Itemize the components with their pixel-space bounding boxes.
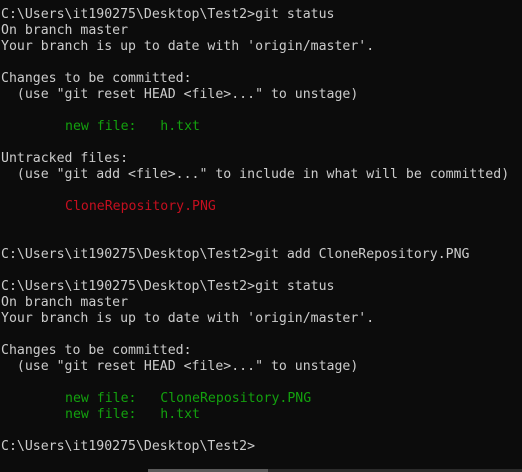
output-line: (use "git reset HEAD <file>..." to unsta…: [1, 87, 359, 102]
staged-file-name: h.txt: [160, 407, 200, 422]
output-line: Your branch is up to date with 'origin/m…: [1, 311, 375, 326]
untracked-file-line: CloneRepository.PNG: [1, 199, 522, 215]
terminal-output: C:\Users\it190275\Desktop\Test2>git stat…: [1, 7, 522, 455]
output-line: Changes to be committed:: [1, 71, 192, 86]
output-line: Your branch is up to date with 'origin/m…: [1, 39, 375, 54]
prompt-text: C:\Users\it190275\Desktop\Test2>: [1, 279, 256, 294]
command-line: C:\Users\it190275\Desktop\Test2>git stat…: [1, 279, 522, 295]
command-text: git status: [255, 7, 335, 22]
output-line: Changes to be committed:: [1, 343, 192, 358]
staged-file-line: new file: h.txt: [1, 119, 522, 135]
command-text: git add CloneRepository.PNG: [255, 247, 470, 262]
output-line: Untracked files:: [1, 151, 129, 166]
prompt-text: C:\Users\it190275\Desktop\Test2>: [1, 7, 256, 22]
current-prompt-line[interactable]: C:\Users\it190275\Desktop\Test2>: [1, 439, 522, 455]
command-text: git status: [255, 279, 335, 294]
terminal-window[interactable]: C:\Users\it190275\Desktop\Test2>git stat…: [0, 0, 522, 472]
staged-file-line: new file: CloneRepository.PNG: [1, 391, 522, 407]
output-line: On branch master: [1, 295, 129, 310]
output-line: (use "git reset HEAD <file>..." to unsta…: [1, 359, 359, 374]
output-line: On branch master: [1, 23, 129, 38]
staged-status-label: new file:: [65, 407, 137, 422]
staged-status-label: new file:: [65, 119, 137, 134]
prompt-text: C:\Users\it190275\Desktop\Test2>: [1, 247, 256, 262]
untracked-file-name: CloneRepository.PNG: [65, 199, 216, 214]
command-line: C:\Users\it190275\Desktop\Test2>git stat…: [1, 7, 522, 23]
output-line: (use "git add <file>..." to include in w…: [1, 167, 510, 182]
staged-file-name: CloneRepository.PNG: [160, 391, 312, 406]
staged-status-label: new file:: [65, 391, 137, 406]
staged-file-name: h.txt: [160, 119, 200, 134]
staged-file-line: new file: h.txt: [1, 407, 522, 423]
command-line: C:\Users\it190275\Desktop\Test2>git add …: [1, 247, 522, 263]
prompt-text: C:\Users\it190275\Desktop\Test2>: [1, 439, 256, 454]
